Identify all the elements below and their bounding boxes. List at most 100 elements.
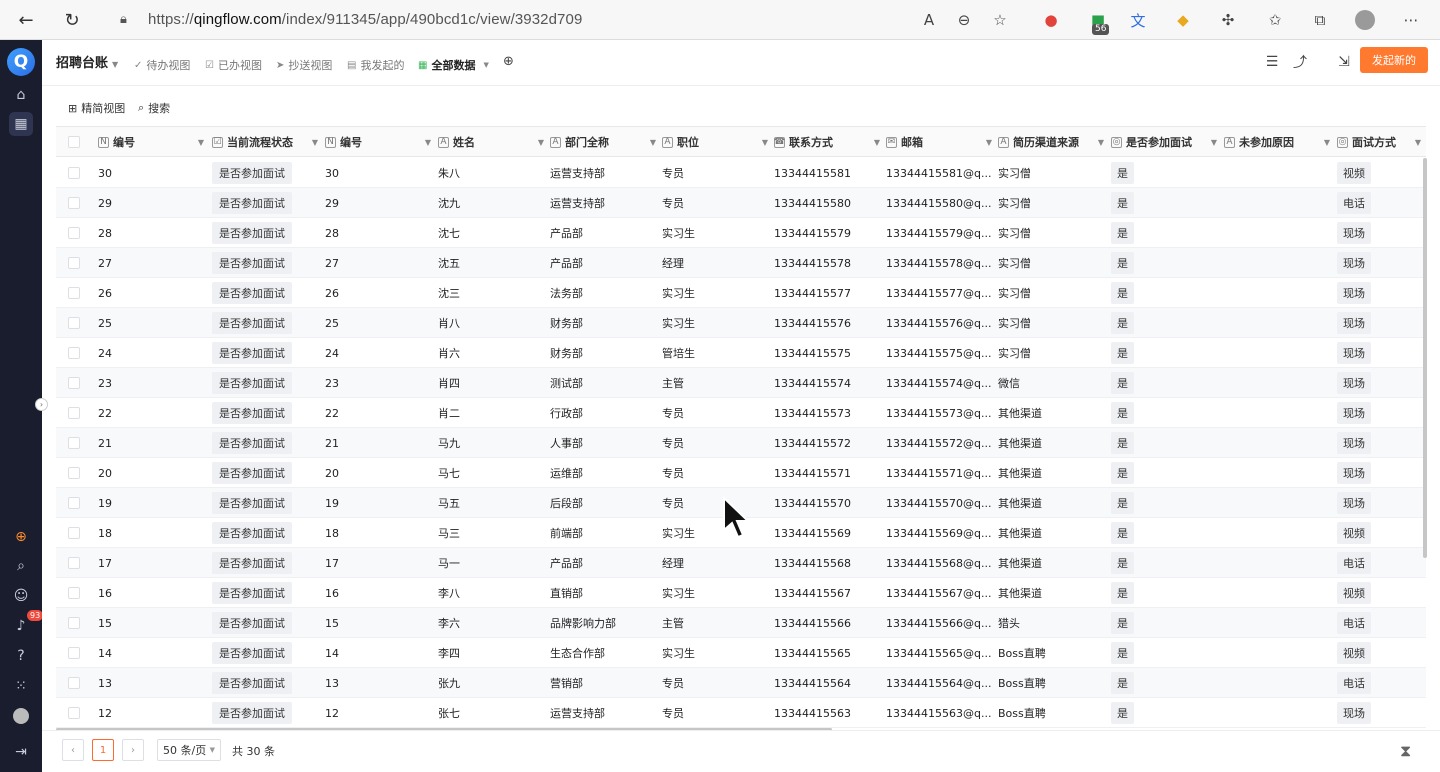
table-cell-phone[interactable]: 13344415579 <box>774 218 886 248</box>
table-cell-pos[interactable]: 实习生 <box>662 308 774 338</box>
table-cell-source[interactable]: 实习僧 <box>998 188 1110 218</box>
table-cell-reason[interactable] <box>1224 368 1336 398</box>
table-cell-method[interactable]: 电话 <box>1337 668 1426 698</box>
table-cell-method[interactable]: 现场 <box>1337 308 1426 338</box>
table-cell-pos[interactable]: 实习生 <box>662 278 774 308</box>
table-row[interactable]: 22 是否参加面试 22 肖二 行政部 专员 13344415573 13344415573@… <box>56 398 1426 428</box>
table-cell-no[interactable]: 21 <box>325 428 437 458</box>
row-checkbox[interactable] <box>68 647 80 659</box>
trend-chart-icon[interactable]: ⤴ <box>1290 52 1310 72</box>
table-cell-reason[interactable] <box>1224 488 1336 518</box>
column-header[interactable]: ☑ 当前流程状态 ▼ <box>212 127 324 157</box>
tab-cc-view[interactable]: ➤ 抄送视图 <box>276 57 332 73</box>
table-cell-method[interactable]: 现场 <box>1337 398 1426 428</box>
row-checkbox[interactable] <box>68 257 80 269</box>
table-cell-id[interactable]: 18 <box>98 518 210 548</box>
table-cell-source[interactable]: 猎头 <box>998 608 1110 638</box>
table-cell-status[interactable]: 是否参加面试 <box>212 608 324 638</box>
table-cell-dept[interactable]: 直销部 <box>550 578 662 608</box>
table-cell-dept[interactable]: 后段部 <box>550 488 662 518</box>
hourglass-icon[interactable]: ⧗ <box>1400 741 1411 761</box>
table-cell-email[interactable]: 13344415565@q... <box>886 638 998 668</box>
table-cell-attend[interactable]: 是 <box>1111 548 1223 578</box>
table-row[interactable]: 21 是否参加面试 21 马九 人事部 专员 13344415572 13344415572@… <box>56 428 1426 458</box>
table-cell-name[interactable]: 马一 <box>438 548 550 578</box>
table-cell-id[interactable]: 26 <box>98 278 210 308</box>
table-cell-source[interactable]: 其他渠道 <box>998 458 1110 488</box>
table-row[interactable]: 14 是否参加面试 14 李四 生态合作部 实习生 13344415565 133444155… <box>56 638 1426 668</box>
table-cell-phone[interactable]: 13344415571 <box>774 458 886 488</box>
table-cell-no[interactable]: 20 <box>325 458 437 488</box>
table-cell-no[interactable]: 13 <box>325 668 437 698</box>
table-cell-name[interactable]: 肖二 <box>438 398 550 428</box>
table-cell-phone[interactable]: 13344415573 <box>774 398 886 428</box>
table-cell-reason[interactable] <box>1224 578 1336 608</box>
chevron-down-icon[interactable]: ▼ <box>986 138 992 147</box>
table-row[interactable]: 25 是否参加面试 25 肖八 财务部 实习生 13344415576 13344415576… <box>56 308 1426 338</box>
table-cell-attend[interactable]: 是 <box>1111 428 1223 458</box>
table-cell-status[interactable]: 是否参加面试 <box>212 488 324 518</box>
table-cell-dept[interactable]: 前端部 <box>550 518 662 548</box>
table-cell-pos[interactable]: 实习生 <box>662 518 774 548</box>
table-cell-pos[interactable]: 专员 <box>662 428 774 458</box>
table-cell-status[interactable]: 是否参加面试 <box>212 428 324 458</box>
table-cell-id[interactable]: 20 <box>98 458 210 488</box>
reload-icon[interactable]: ↻ <box>60 8 84 32</box>
table-cell-attend[interactable]: 是 <box>1111 668 1223 698</box>
table-cell-pos[interactable]: 专员 <box>662 398 774 428</box>
table-cell-id[interactable]: 29 <box>98 188 210 218</box>
table-cell-status[interactable]: 是否参加面试 <box>212 278 324 308</box>
apps-icon[interactable]: ▦ <box>9 112 33 136</box>
table-cell-id[interactable]: 22 <box>98 398 210 428</box>
table-cell-source[interactable]: Boss直聘 <box>998 668 1110 698</box>
table-cell-pos[interactable]: 专员 <box>662 488 774 518</box>
more-menu-icon[interactable]: ⋯ <box>1400 9 1422 31</box>
table-cell-status[interactable]: 是否参加面试 <box>212 458 324 488</box>
add-view-icon[interactable]: ⊕ <box>503 54 514 69</box>
table-cell-attend[interactable]: 是 <box>1111 488 1223 518</box>
table-cell-email[interactable]: 13344415575@q... <box>886 338 998 368</box>
table-cell-email[interactable]: 13344415578@q... <box>886 248 998 278</box>
table-cell-no[interactable]: 22 <box>325 398 437 428</box>
table-cell-dept[interactable]: 品牌影响力部 <box>550 608 662 638</box>
column-header[interactable]: N 编号 ▼ <box>325 127 437 157</box>
search-button[interactable]: ⌕ 搜索 <box>138 100 170 116</box>
table-cell-id[interactable]: 25 <box>98 308 210 338</box>
table-cell-reason[interactable] <box>1224 248 1336 278</box>
table-cell-id[interactable]: 24 <box>98 338 210 368</box>
start-new-button[interactable]: 发起新的 <box>1360 47 1428 73</box>
table-cell-id[interactable]: 16 <box>98 578 210 608</box>
table-cell-dept[interactable]: 行政部 <box>550 398 662 428</box>
table-cell-attend[interactable]: 是 <box>1111 698 1223 728</box>
table-cell-email[interactable]: 13344415574@q... <box>886 368 998 398</box>
table-cell-id[interactable]: 13 <box>98 668 210 698</box>
chevron-down-icon[interactable]: ▼ <box>1415 138 1421 147</box>
column-header[interactable]: ☎ 联系方式 ▼ <box>774 127 886 157</box>
table-cell-no[interactable]: 14 <box>325 638 437 668</box>
tab-initiated[interactable]: ▤ 我发起的 <box>347 57 404 73</box>
chevron-down-icon[interactable]: ▼ <box>650 138 656 147</box>
table-cell-reason[interactable] <box>1224 338 1336 368</box>
contacts-icon[interactable]: ☺ <box>9 584 33 608</box>
table-cell-status[interactable]: 是否参加面试 <box>212 398 324 428</box>
table-cell-phone[interactable]: 13344415580 <box>774 188 886 218</box>
column-header[interactable]: ◎ 面试方式 ▼ <box>1337 127 1426 157</box>
row-checkbox[interactable] <box>68 677 80 689</box>
back-arrow-icon[interactable]: ← <box>14 8 38 32</box>
table-cell-reason[interactable] <box>1224 398 1336 428</box>
table-cell-no[interactable]: 17 <box>325 548 437 578</box>
table-row[interactable]: 15 是否参加面试 15 李六 品牌影响力部 主管 13344415566 133444155… <box>56 608 1426 638</box>
table-cell-pos[interactable]: 专员 <box>662 458 774 488</box>
table-cell-id[interactable]: 27 <box>98 248 210 278</box>
table-cell-reason[interactable] <box>1224 308 1336 338</box>
zoom-icon[interactable]: ⊖ <box>953 9 975 31</box>
table-cell-reason[interactable] <box>1224 188 1336 218</box>
table-cell-attend[interactable]: 是 <box>1111 638 1223 668</box>
table-cell-name[interactable]: 沈三 <box>438 278 550 308</box>
table-cell-method[interactable]: 电话 <box>1337 608 1426 638</box>
table-cell-email[interactable]: 13344415571@q... <box>886 458 998 488</box>
chevron-down-icon[interactable]: ▼ <box>312 138 318 147</box>
tab-all-data[interactable]: ▦ 全部数据 ▼ <box>418 57 489 73</box>
table-cell-no[interactable]: 24 <box>325 338 437 368</box>
row-checkbox[interactable] <box>68 497 80 509</box>
